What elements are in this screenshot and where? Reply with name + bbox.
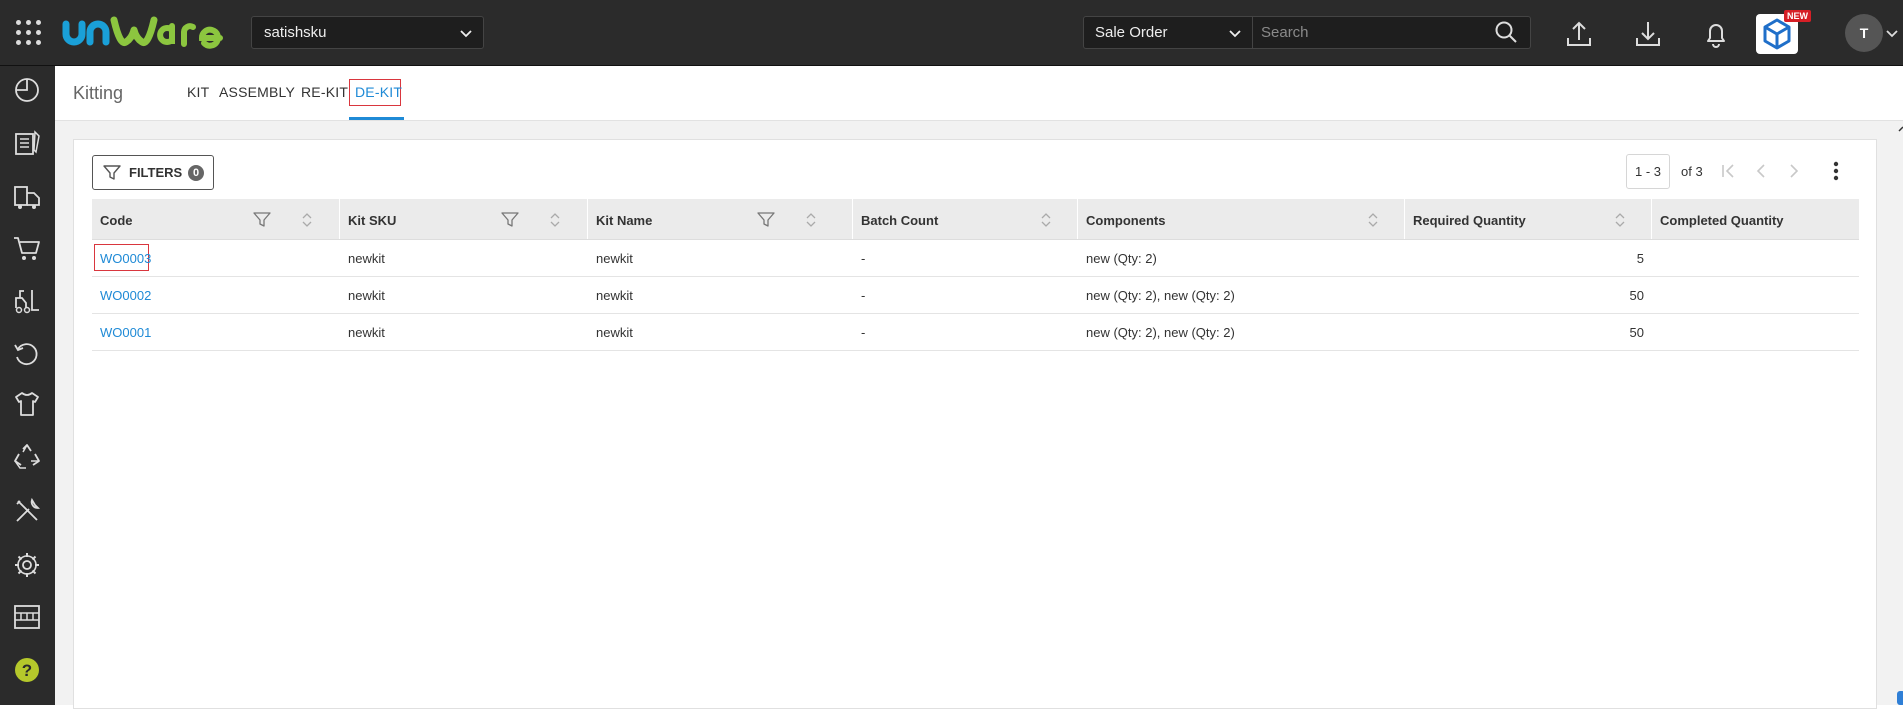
tools-icon[interactable]: [10, 494, 44, 528]
components-cell: new (Qty: 2), new (Qty: 2): [1086, 288, 1235, 303]
sidebar: ?: [0, 66, 55, 705]
search-input[interactable]: [1253, 16, 1531, 49]
batch-count-cell: -: [861, 325, 866, 340]
page-header: Kitting KIT ASSEMBLY RE-KIT DE-KIT: [55, 66, 1903, 121]
orders-document-icon[interactable]: [10, 126, 44, 160]
column-filter-icon[interactable]: [253, 212, 271, 228]
first-page-icon[interactable]: [1719, 162, 1737, 180]
batch-count-cell: -: [861, 251, 866, 266]
tenant-select-value: satishsku: [264, 24, 327, 41]
next-page-icon[interactable]: [1785, 162, 1803, 180]
table-row: WO0003 newkit newkit - new (Qty: 2) 5: [92, 240, 1859, 277]
tshirt-product-icon[interactable]: [10, 387, 44, 421]
components-cell: new (Qty: 2), new (Qty: 2): [1086, 325, 1235, 340]
tenant-select[interactable]: satishsku: [251, 16, 484, 49]
filter-icon: [103, 165, 121, 180]
returns-icon[interactable]: [10, 337, 44, 371]
column-filter-icon[interactable]: [757, 212, 775, 228]
column-header-kit-name[interactable]: Kit Name: [588, 199, 853, 239]
search-type-value: Sale Order: [1095, 24, 1168, 41]
cart-icon[interactable]: [10, 231, 44, 265]
previous-page-icon[interactable]: [1752, 162, 1770, 180]
new-badge: NEW: [1784, 10, 1811, 22]
page-range-display[interactable]: 1 - 3: [1626, 154, 1670, 189]
table-row: WO0002 newkit newkit - new (Qty: 2), new…: [92, 277, 1859, 314]
active-tab-indicator: [349, 117, 404, 120]
sort-icon[interactable]: [1368, 212, 1378, 228]
filters-label: FILTERS: [129, 165, 183, 180]
sort-icon[interactable]: [550, 212, 560, 228]
main-content: FILTERS 0 1 - 3 of 3 Code Kit SKU Kit Na…: [55, 121, 1903, 709]
work-order-code-link[interactable]: WO0002: [100, 288, 151, 303]
column-header-label: Kit SKU: [348, 213, 397, 228]
recycle-icon[interactable]: [10, 440, 44, 474]
work-order-code-link[interactable]: WO0001: [100, 325, 151, 340]
sort-icon[interactable]: [806, 212, 816, 228]
bell-icon[interactable]: [1700, 18, 1732, 50]
column-header-label: Batch Count: [861, 213, 939, 228]
table-header: Code Kit SKU Kit Name Batch Count Compon…: [92, 199, 1859, 240]
column-header-label: Completed Quantity: [1660, 213, 1784, 228]
app-grid-icon[interactable]: [16, 20, 42, 46]
work-orders-card: FILTERS 0 1 - 3 of 3 Code Kit SKU Kit Na…: [73, 139, 1877, 709]
column-header-required-quantity[interactable]: Required Quantity: [1405, 199, 1652, 239]
column-header-label: Required Quantity: [1413, 213, 1526, 228]
column-header-completed-quantity[interactable]: Completed Quantity: [1652, 199, 1859, 239]
work-orders-table: Code Kit SKU Kit Name Batch Count Compon…: [92, 199, 1859, 351]
filters-count-badge: 0: [188, 165, 204, 181]
top-bar: satishsku Sale Order NEW T: [0, 0, 1903, 66]
help-icon[interactable]: ?: [10, 653, 44, 687]
sort-icon[interactable]: [1615, 212, 1625, 228]
column-header-kit-sku[interactable]: Kit SKU: [340, 199, 588, 239]
total-count: of 3: [1681, 164, 1703, 179]
filters-button[interactable]: FILTERS 0: [92, 155, 214, 190]
kit-sku-cell: newkit: [348, 251, 385, 266]
unware-logo[interactable]: [60, 10, 228, 54]
column-header-code[interactable]: Code: [92, 199, 340, 239]
column-header-batch-count[interactable]: Batch Count: [853, 199, 1078, 239]
warehouse-rack-icon[interactable]: [10, 600, 44, 634]
download-icon[interactable]: [1632, 18, 1664, 50]
forklift-icon[interactable]: [10, 284, 44, 318]
more-options-icon[interactable]: [1832, 160, 1840, 182]
kit-name-cell: newkit: [596, 288, 633, 303]
work-order-code-link[interactable]: WO0003: [100, 251, 151, 266]
sort-icon[interactable]: [302, 212, 312, 228]
tab-re-kit[interactable]: RE-KIT: [301, 84, 348, 100]
sort-icon[interactable]: [1041, 212, 1051, 228]
kit-sku-cell: newkit: [348, 325, 385, 340]
page-title: Kitting: [73, 83, 124, 103]
required-quantity-cell: 50: [1629, 288, 1644, 303]
required-quantity-cell: 50: [1629, 325, 1644, 340]
avatar[interactable]: T: [1845, 14, 1883, 52]
tab-de-kit[interactable]: DE-KIT: [355, 84, 402, 100]
required-quantity-cell: 5: [1636, 251, 1644, 266]
column-header-components[interactable]: Components: [1078, 199, 1405, 239]
components-cell: new (Qty: 2): [1086, 251, 1157, 266]
kit-name-cell: newkit: [596, 251, 633, 266]
shipping-truck-icon[interactable]: [10, 179, 44, 213]
upload-icon[interactable]: [1563, 18, 1595, 50]
tab-assembly[interactable]: ASSEMBLY: [219, 84, 295, 100]
settings-icon[interactable]: [10, 548, 44, 582]
tab-kit[interactable]: KIT: [187, 84, 209, 100]
column-header-label: Components: [1086, 213, 1166, 228]
batch-count-cell: -: [861, 288, 866, 303]
chevron-down-icon: [1229, 30, 1241, 38]
kit-name-cell: newkit: [596, 325, 633, 340]
column-filter-icon[interactable]: [501, 212, 519, 228]
dashboard-icon[interactable]: [10, 73, 44, 107]
scrollbar[interactable]: [1893, 121, 1903, 705]
kit-sku-cell: newkit: [348, 288, 385, 303]
search-icon[interactable]: [1494, 20, 1518, 44]
chevron-down-icon: [460, 30, 472, 38]
column-header-label: Kit Name: [596, 213, 653, 228]
column-header-label: Code: [100, 213, 133, 228]
chevron-down-icon[interactable]: [1886, 29, 1898, 39]
search-type-select[interactable]: Sale Order: [1083, 16, 1253, 49]
svg-text:?: ?: [22, 661, 32, 680]
table-row: WO0001 newkit newkit - new (Qty: 2), new…: [92, 314, 1859, 351]
